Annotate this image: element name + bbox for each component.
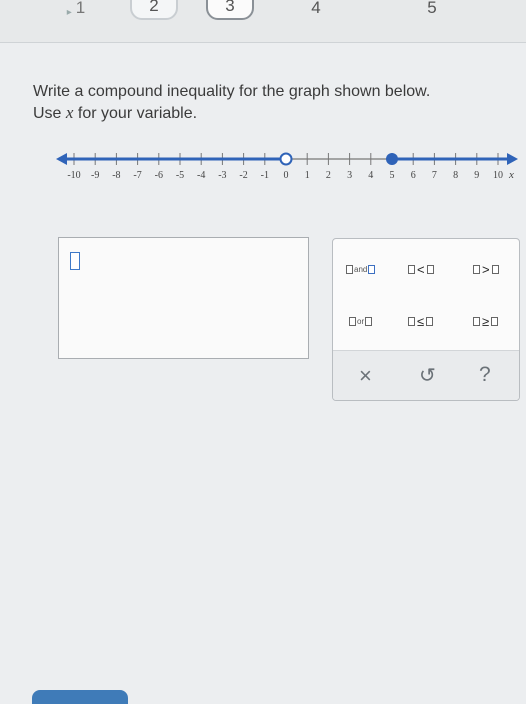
prompt-line-1: Write a compound inequality for the grap…	[33, 83, 431, 100]
less-equal-button[interactable]: ≤	[408, 310, 434, 332]
or-button[interactable]: or	[349, 310, 373, 332]
help-icon[interactable]: ?	[479, 363, 491, 387]
blank-square-icon	[491, 316, 499, 326]
tick-label: -1	[261, 170, 269, 181]
tick-label: -5	[176, 170, 184, 181]
question-progress-bar: ▸ 1 2 3 4 5	[0, 0, 526, 43]
number-line-graph: -10 -9 -8 -7 -6 -5 -4 -3 -2 -1 0 1 2 3 4 5 6 7 8 9 10 x	[56, 152, 518, 181]
tick-label: 9	[474, 170, 479, 181]
tick-label: 3	[347, 170, 352, 181]
question-prompt: Write a compound inequality for the grap…	[33, 81, 473, 124]
palette-tools: × ↺ ?	[333, 350, 519, 400]
and-button[interactable]: and	[346, 258, 376, 280]
tick-label: 6	[411, 170, 416, 181]
blank-square-icon	[426, 264, 434, 274]
blank-square-icon	[365, 316, 373, 326]
step-4[interactable]: 4	[292, 0, 340, 20]
answer-input-box[interactable]	[58, 237, 309, 359]
greater-than-button[interactable]: >	[473, 258, 499, 280]
tick-label: 5	[390, 170, 395, 181]
tick-label: 2	[326, 170, 331, 181]
open-point	[279, 152, 293, 166]
tick-label: -7	[133, 170, 141, 181]
blank-square-icon	[473, 316, 480, 326]
undo-icon[interactable]: ↺	[419, 363, 436, 388]
check-button-edge[interactable]	[32, 690, 128, 704]
tick-label: -6	[155, 170, 163, 181]
tick-label: 1	[305, 170, 310, 181]
math-palette: and < > or ≤ ≥ × ↺ ?	[332, 238, 520, 401]
blank-square-icon	[426, 316, 434, 326]
closed-point	[386, 153, 398, 165]
tick-label: -2	[239, 170, 247, 181]
tick-label: 7	[432, 170, 437, 181]
tick-label: -10	[67, 170, 80, 181]
tick-label: 8	[453, 170, 458, 181]
step-1[interactable]: ▸ 1	[46, 0, 106, 20]
tick-label: 4	[368, 170, 373, 181]
blank-square-icon	[491, 264, 499, 274]
prompt-line-2: Use x for your variable.	[33, 103, 198, 122]
blank-square-icon	[346, 264, 353, 274]
step-5[interactable]: 5	[408, 0, 456, 20]
step-3[interactable]: 3	[206, 0, 254, 20]
greater-equal-button[interactable]: ≥	[473, 310, 499, 332]
clear-icon[interactable]: ×	[359, 363, 372, 389]
axis-variable-label: x	[508, 169, 514, 181]
blank-square-icon	[473, 264, 480, 274]
blank-square-icon	[368, 264, 376, 274]
blank-square-icon	[408, 316, 415, 326]
input-cursor-placeholder[interactable]	[70, 252, 80, 270]
tick-label: -8	[112, 170, 120, 181]
left-arrow-icon	[56, 153, 67, 165]
tick-label: -3	[218, 170, 226, 181]
tick-label: 10	[493, 170, 503, 181]
tick-label: -9	[91, 170, 99, 181]
step-2[interactable]: 2	[130, 0, 178, 20]
blank-square-icon	[408, 264, 415, 274]
less-than-button[interactable]: <	[408, 258, 434, 280]
tick-label: 0	[284, 170, 289, 181]
blank-square-icon	[349, 316, 356, 326]
tick-label: -4	[197, 170, 205, 181]
step-dot-icon: ▸	[66, 7, 72, 18]
right-arrow-icon	[507, 153, 518, 165]
